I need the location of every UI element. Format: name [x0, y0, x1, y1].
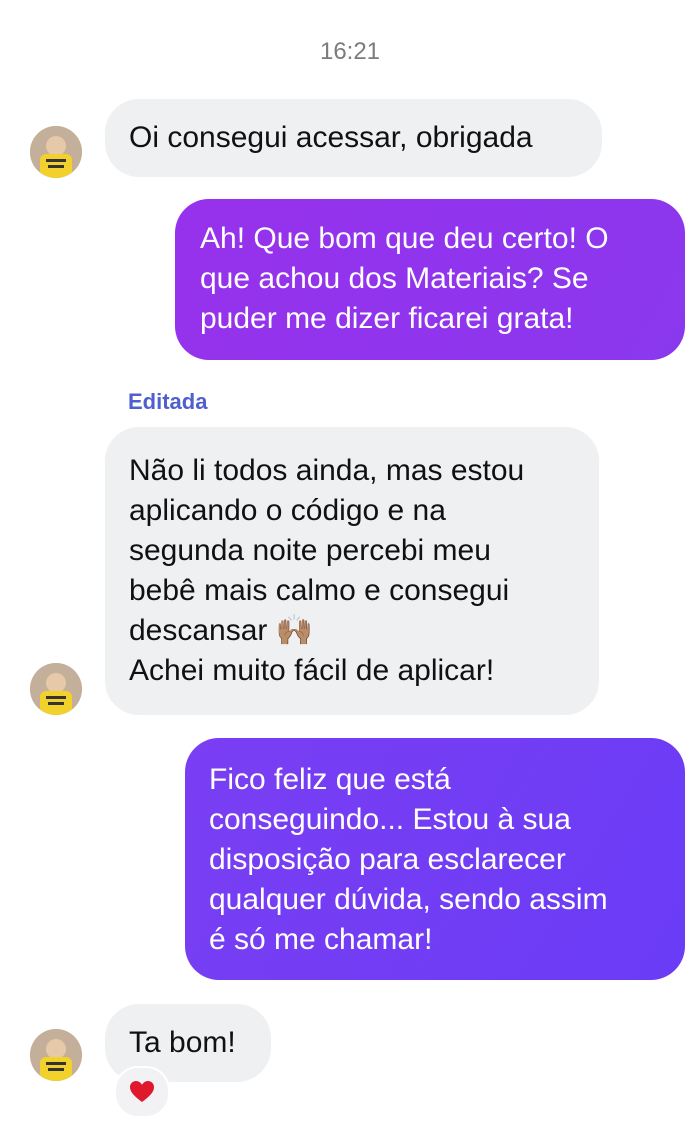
incoming-message[interactable]: Não li todos ainda, mas estou aplicando … [105, 427, 599, 715]
message-reaction[interactable] [114, 1066, 170, 1118]
avatar-photo-icon [30, 126, 82, 178]
heart-icon [130, 1081, 154, 1102]
avatar-photo-icon [30, 1029, 82, 1081]
outgoing-message[interactable]: Fico feliz que está conseguindo... Estou… [185, 738, 685, 980]
contact-avatar[interactable] [30, 126, 82, 178]
outgoing-message[interactable]: Ah! Que bom que deu certo! O que achou d… [175, 199, 685, 360]
contact-avatar[interactable] [30, 1029, 82, 1081]
avatar-photo-icon [30, 663, 82, 715]
message-timestamp: 16:21 [319, 38, 381, 65]
edited-label: Editada [128, 389, 208, 414]
contact-avatar[interactable] [30, 663, 82, 715]
incoming-message[interactable]: Oi consegui acessar, obrigada [105, 99, 602, 177]
